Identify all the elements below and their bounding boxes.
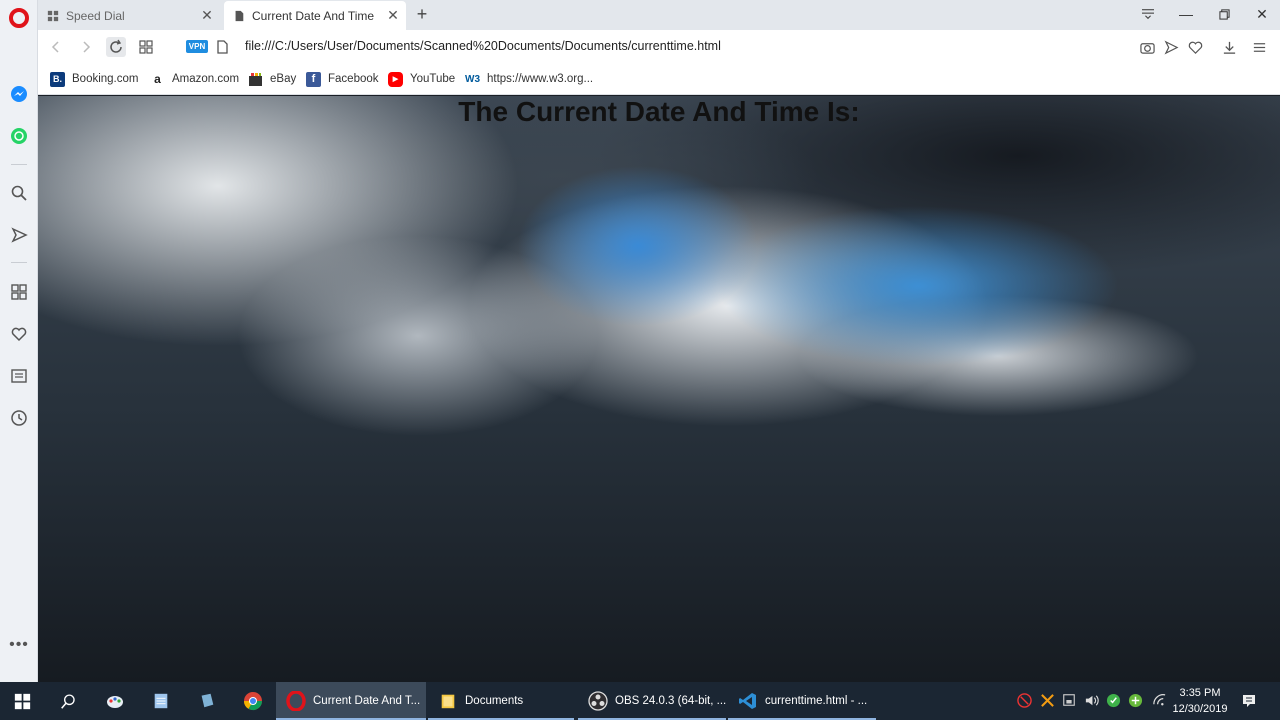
document-icon [232,9,246,23]
tab-menu-icon[interactable] [1136,4,1160,24]
bookmark-label: Amazon.com [172,73,240,85]
amazon-icon: a [150,71,165,87]
more-options-icon[interactable]: ••• [9,636,29,654]
bookmark-label: https://www.w3.org... [487,73,594,85]
tray-drive-icon[interactable] [1061,692,1077,708]
wifi-icon[interactable] [1151,692,1167,708]
send-icon[interactable] [9,225,29,245]
notifications-icon[interactable] [1240,692,1258,710]
search-icon[interactable] [9,183,29,203]
taskbar-app-vscode[interactable]: currenttime.html - ... [728,682,876,720]
easy-setup-icon[interactable] [1250,38,1268,56]
close-tab-icon[interactable]: ✕ [386,8,400,22]
notepad-icon[interactable] [150,690,172,712]
tab-label: Current Date And Time [252,8,375,23]
vscode-icon [738,691,758,711]
address-bar: VPN file:///C:/Users/User/Documents/Scan… [38,30,1280,64]
history-clock-icon[interactable] [9,408,29,428]
page-title: The Current Date And Time Is: [458,96,860,127]
url-field[interactable]: file:///C:/Users/User/Documents/Scanned%… [245,39,721,53]
bookmarks-bar: B. Booking.com a Amazon.com eBay f Faceb… [38,64,1280,95]
maximize-button[interactable] [1212,4,1236,24]
folder-icon [438,691,458,711]
tab-strip: Speed Dial ✕ Current Date And Time ✕ + —… [38,0,1280,30]
bookmark-label: Booking.com [72,73,139,85]
opera-icon [286,691,306,711]
w3-icon: W3 [465,71,480,87]
bookmark-booking[interactable]: B. Booking.com [50,70,138,88]
bookmark-amazon[interactable]: a Amazon.com [150,70,239,88]
taskbar-app-label: Documents [465,695,524,707]
tray-green-app-icon[interactable] [1105,692,1121,708]
page-info-icon[interactable] [212,37,232,57]
tray-tool-icon[interactable] [1039,692,1055,708]
close-tab-icon[interactable]: ✕ [200,8,214,22]
clock-time: 3:35 PM [1179,687,1221,699]
youtube-icon: ▶ [388,71,403,87]
grid-icon [46,9,60,23]
tab-current-date[interactable]: Current Date And Time ✕ [224,1,406,30]
taskbar-app-label: OBS 24.0.3 (64-bit, ... [615,695,727,707]
forward-icon[interactable] [76,37,96,57]
clock-date: 12/30/2019 [1172,703,1228,715]
taskbar: Current Date And T... Documents OBS 24.0… [0,682,1280,720]
windows-start-icon[interactable] [11,690,33,712]
tray-app-icon[interactable] [1016,692,1032,708]
facebook-icon: f [306,71,321,87]
system-clock[interactable]: 3:35 PM 12/30/2019 [1168,685,1232,717]
bookmark-facebook[interactable]: f Facebook [306,70,379,88]
sticky-app-icon[interactable] [196,690,218,712]
taskbar-app-label: Current Date And T... [313,695,421,707]
tab-label: Speed Dial [66,8,125,23]
close-window-button[interactable]: ✕ [1250,4,1274,24]
messenger-icon[interactable] [9,84,29,104]
sidebar-divider [11,262,27,263]
whatsapp-icon[interactable] [9,126,29,146]
minimize-button[interactable]: — [1174,4,1198,24]
heart-icon[interactable] [9,324,29,344]
bookmark-label: eBay [270,73,297,85]
paint-icon[interactable] [104,690,126,712]
back-icon[interactable] [46,37,66,57]
taskbar-app-label: currenttime.html - ... [765,695,868,707]
tab-speed-dial[interactable]: Speed Dial ✕ [38,1,220,30]
bookmark-youtube[interactable]: ▶ YouTube [388,70,455,88]
obs-icon [588,691,608,711]
taskbar-app-documents[interactable]: Documents [428,682,574,720]
news-icon[interactable] [9,366,29,386]
bookmark-heart-icon[interactable] [1186,38,1204,56]
reload-icon[interactable] [106,37,126,57]
speed-dial-icon[interactable] [9,282,29,302]
search-icon[interactable] [57,690,79,712]
chrome-icon[interactable] [242,690,264,712]
vpn-badge[interactable]: VPN [186,40,208,53]
opera-sidebar: ••• [0,0,38,682]
new-tab-button[interactable]: + [412,4,432,24]
camera-icon[interactable] [1138,38,1156,56]
tabs-grid-icon[interactable] [136,37,156,57]
bookmark-ebay[interactable]: eBay [248,70,296,88]
sidebar-divider [11,164,27,165]
download-icon[interactable] [1220,38,1238,56]
volume-icon[interactable] [1083,692,1099,708]
taskbar-app-obs[interactable]: OBS 24.0.3 (64-bit, ... [578,682,726,720]
booking-icon: B. [50,71,65,87]
taskbar-app-opera[interactable]: Current Date And T... [276,682,426,720]
page-content: The Current Date And Time Is: [38,96,1280,682]
tray-green-status-icon[interactable] [1127,692,1143,708]
bookmark-label: Facebook [328,73,379,85]
send-page-icon[interactable] [1162,38,1180,56]
bookmark-w3[interactable]: W3 https://www.w3.org... [465,70,593,88]
bookmark-label: YouTube [410,73,456,85]
ebay-icon [248,71,263,87]
opera-logo-icon[interactable] [9,8,29,28]
